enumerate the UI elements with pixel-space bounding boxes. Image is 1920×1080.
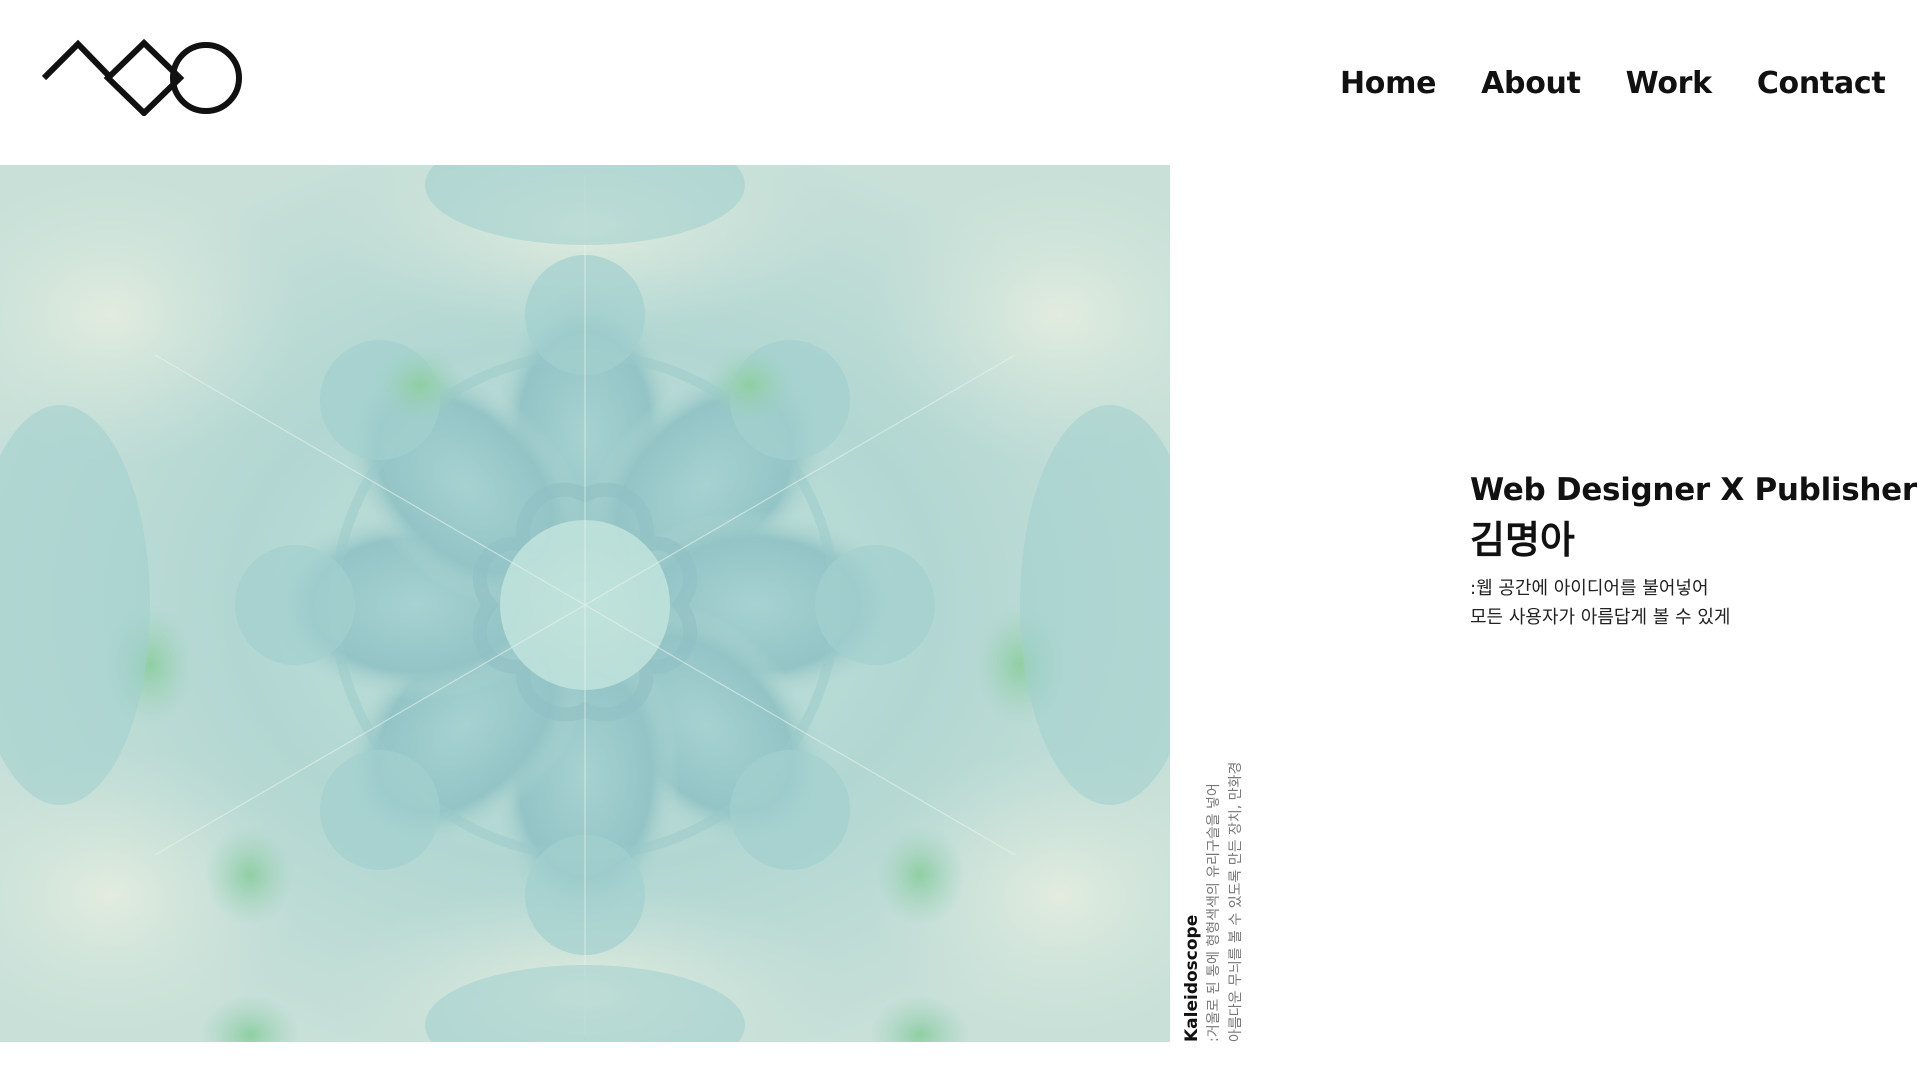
- intro-section: Web Designer X Publisher 김명아 :웹 공간에 아이디어…: [1470, 468, 1917, 632]
- intro-description-line: :웹 공간에 아이디어를 불어넣어: [1470, 578, 1709, 599]
- caption-line: 아름다운 무늬를 볼 수 있도록 만든 장치, 만화경: [1228, 761, 1244, 1042]
- nav-work-link[interactable]: Work: [1626, 66, 1712, 101]
- kaleidoscope-image: [0, 165, 1170, 1042]
- logo-mountain-diamond-circle-icon: [41, 38, 242, 118]
- nav-contact-link[interactable]: Contact: [1757, 66, 1886, 101]
- intro-description: :웹 공간에 아이디어를 불어넣어 모든 사용자가 아름답게 볼 수 있게: [1470, 574, 1890, 632]
- intro-description-line: 모든 사용자가 아름답게 볼 수 있게: [1470, 607, 1731, 628]
- nav-about-link[interactable]: About: [1481, 66, 1581, 101]
- caption-line: :거울로 된 통에 형형색색의 유리구슬을 넣어: [1206, 783, 1222, 1042]
- logo-link[interactable]: [41, 38, 247, 118]
- main-nav: Home About Work Contact: [1340, 60, 1886, 106]
- person-name: 김명아: [1470, 518, 1575, 562]
- image-caption: Kaleidoscope :거울로 된 통에 형형색색의 유리구슬을 넣어 아름…: [1181, 745, 1249, 1042]
- nav-home-link[interactable]: Home: [1340, 66, 1436, 101]
- caption-title: Kaleidoscope: [1182, 914, 1202, 1042]
- role-title: Web Designer X Publisher: [1470, 472, 1917, 508]
- hero-section: [0, 165, 1170, 1042]
